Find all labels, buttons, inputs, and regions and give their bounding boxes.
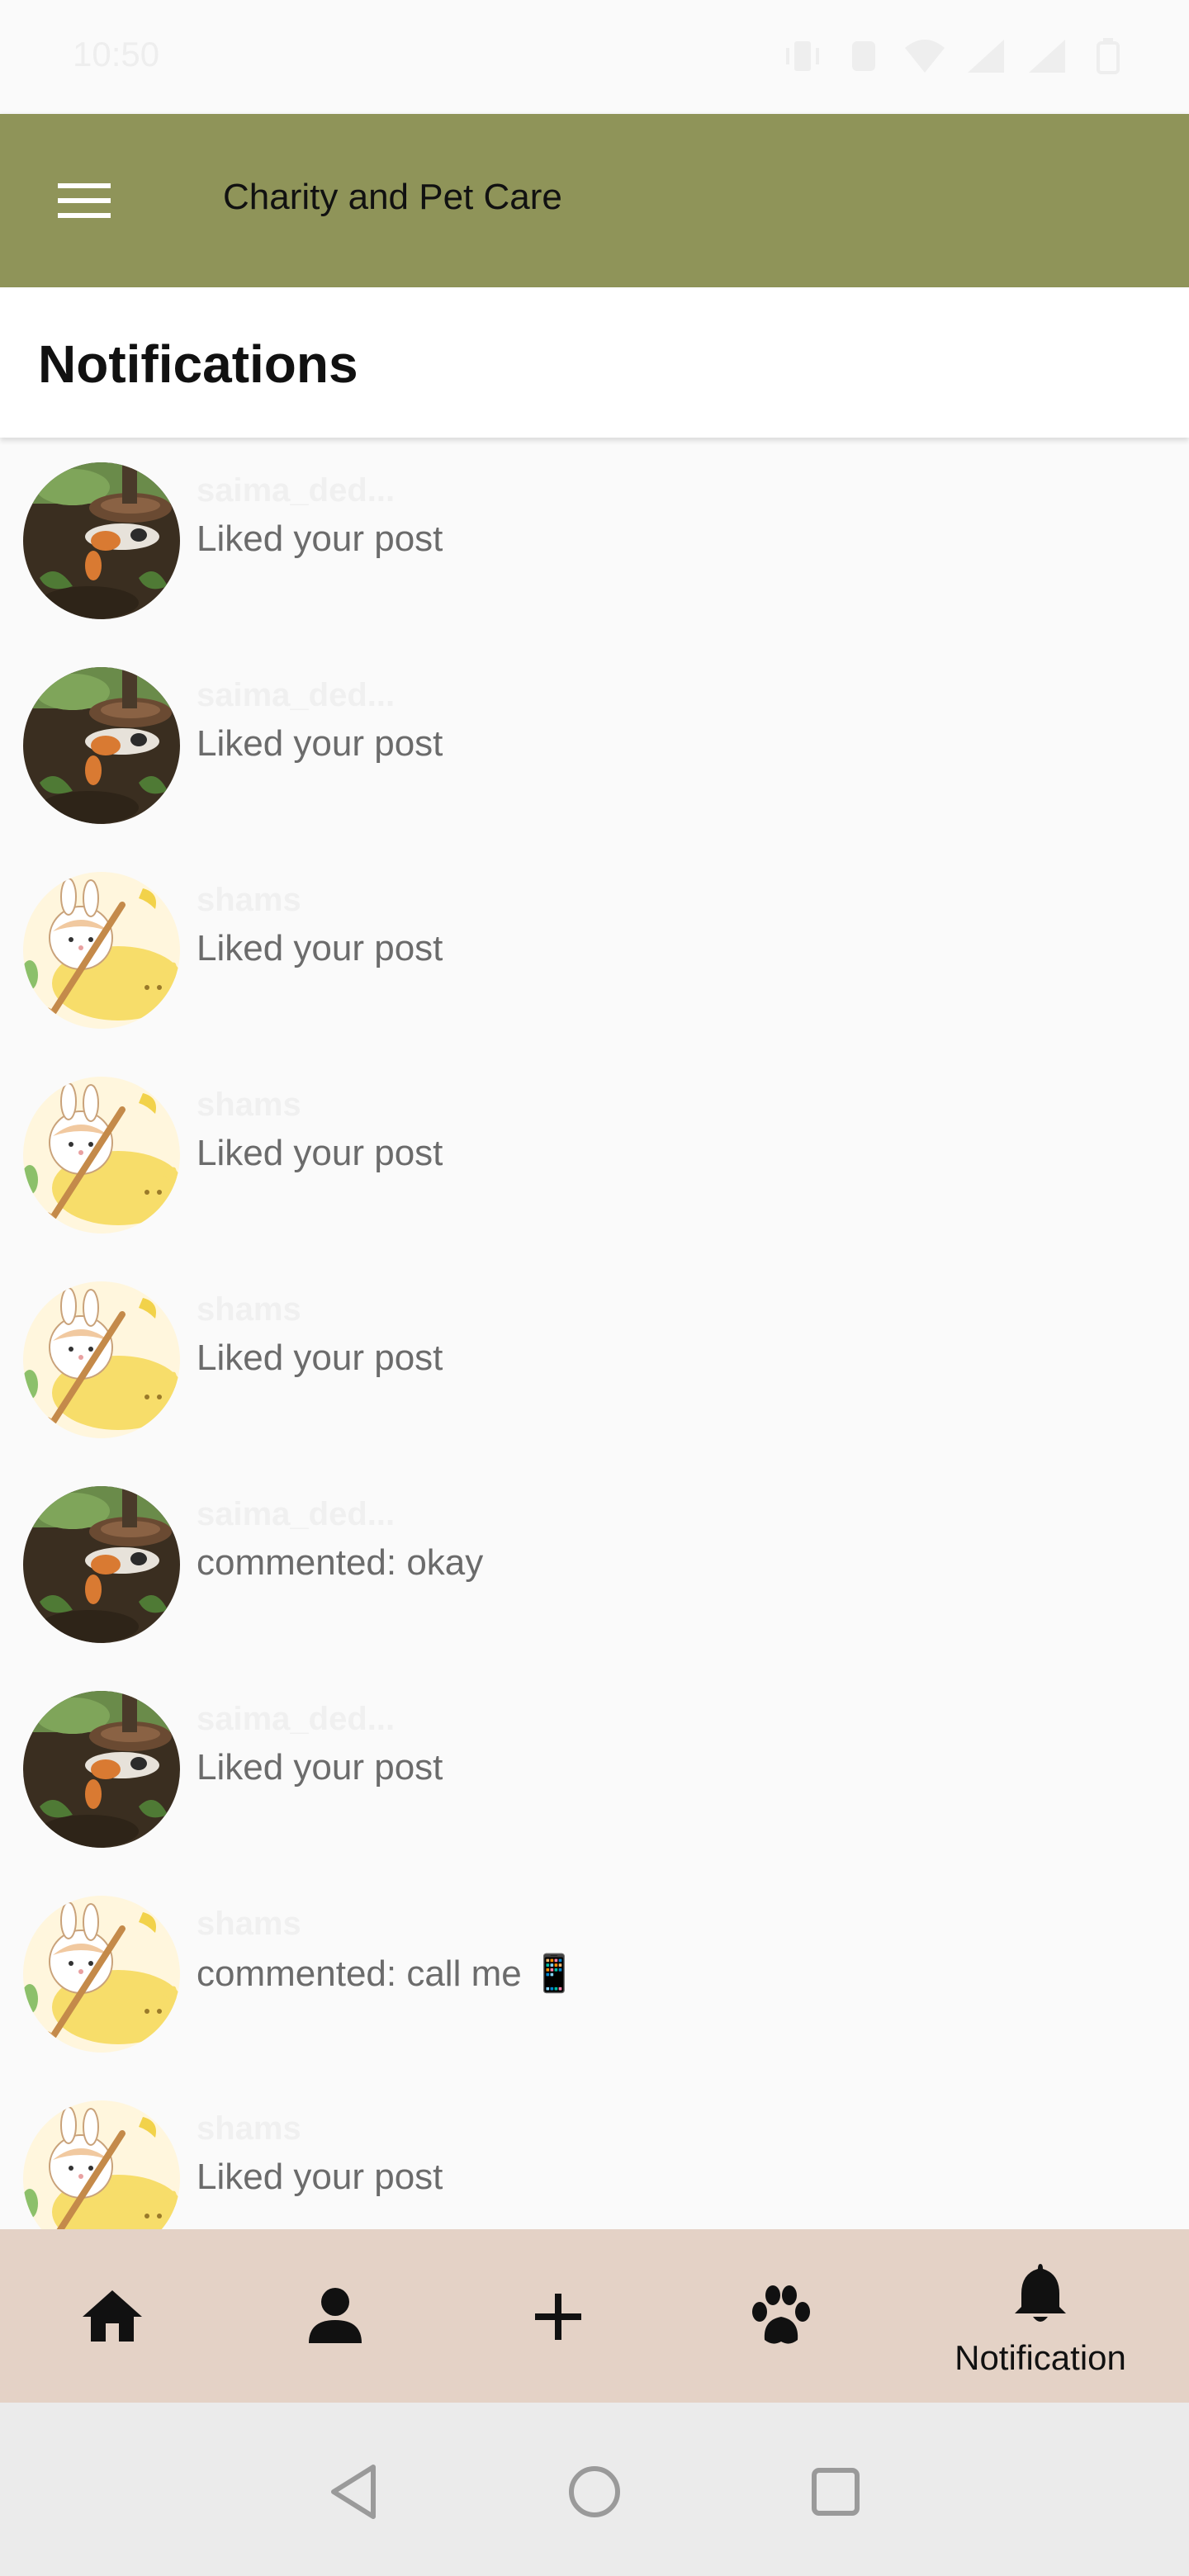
notification-username[interactable]: shams [197, 1291, 301, 1328]
notification-item[interactable]: shams Liked your post [0, 2076, 1189, 2229]
notification-item[interactable]: shams commented: call me 📱 [0, 1871, 1189, 2076]
signal-icon [964, 36, 1007, 76]
vibrate-icon [781, 36, 824, 76]
notification-username[interactable]: saima_ded... [197, 472, 395, 509]
avatar[interactable] [23, 667, 180, 824]
app-bar: Charity and Pet Care [0, 114, 1189, 287]
notification-username[interactable]: shams [197, 882, 301, 919]
avatar[interactable] [23, 1281, 180, 1438]
notification-username[interactable]: shams [197, 1906, 301, 1943]
notification-text: Liked your post [197, 1133, 443, 1173]
notification-item[interactable]: shams Liked your post [0, 1257, 1189, 1461]
notification-text: commented: okay [197, 1542, 484, 1583]
nav-notification-label: Notification [955, 2338, 1126, 2377]
avatar[interactable] [23, 462, 180, 619]
nav-notification[interactable]: Notification [941, 2229, 1139, 2403]
avatar[interactable] [23, 1691, 180, 1848]
battery-icon [1087, 36, 1130, 76]
avatar[interactable] [23, 1077, 180, 1234]
system-nav-bar [0, 2403, 1189, 2576]
notifications-header: Notifications [0, 287, 1189, 438]
recents-icon[interactable] [803, 2459, 869, 2525]
nav-add[interactable] [476, 2229, 641, 2403]
avatar[interactable] [23, 1896, 180, 2053]
wifi-icon [903, 36, 946, 76]
hamburger-menu-icon[interactable] [51, 172, 117, 230]
notification-list: saima_ded... Liked your post saima_ded...… [0, 438, 1189, 2229]
notification-text: Liked your post [197, 1747, 443, 1788]
notification-text: Liked your post [197, 519, 443, 559]
status-time: 10:50 [73, 35, 160, 73]
data-icon [842, 36, 885, 76]
notification-text: Liked your post [197, 2157, 443, 2197]
notification-username[interactable]: saima_ded... [197, 1701, 395, 1738]
home-icon [83, 2290, 142, 2342]
avatar[interactable] [23, 872, 180, 1029]
notification-username[interactable]: shams [197, 2110, 301, 2147]
signal-x-icon [1026, 36, 1068, 76]
notification-item[interactable]: saima_ded... Liked your post [0, 438, 1189, 642]
notification-item[interactable]: shams Liked your post [0, 1052, 1189, 1257]
page-title: Notifications [38, 334, 358, 394]
notification-text: Liked your post [197, 928, 443, 968]
bell-icon [1015, 2264, 1066, 2322]
notification-username[interactable]: shams [197, 1087, 301, 1124]
notification-text: commented: call me 📱 [197, 1953, 577, 1994]
home-circle-icon[interactable] [561, 2459, 628, 2525]
nav-profile[interactable] [253, 2229, 418, 2403]
person-icon [309, 2288, 362, 2343]
notification-text: Liked your post [197, 1338, 443, 1378]
notification-username[interactable]: saima_ded... [197, 677, 395, 714]
nav-pets[interactable] [699, 2229, 864, 2403]
avatar[interactable] [23, 2100, 180, 2229]
notification-text: Liked your post [197, 723, 443, 764]
nav-home[interactable] [30, 2229, 195, 2403]
status-icons [781, 36, 1130, 76]
notification-username[interactable]: saima_ded... [197, 1496, 395, 1533]
avatar[interactable] [23, 1486, 180, 1643]
notification-item[interactable]: saima_ded... commented: okay [0, 1461, 1189, 1666]
bottom-nav: Notification [0, 2229, 1189, 2403]
status-bar: 10:50 [0, 0, 1189, 114]
back-icon[interactable] [322, 2459, 388, 2525]
plus-icon [535, 2294, 581, 2340]
notification-item[interactable]: saima_ded... Liked your post [0, 642, 1189, 847]
paw-icon [752, 2285, 810, 2344]
notification-item[interactable]: saima_ded... Liked your post [0, 1666, 1189, 1871]
app-title: Charity and Pet Care [223, 177, 562, 217]
notification-item[interactable]: shams Liked your post [0, 847, 1189, 1052]
